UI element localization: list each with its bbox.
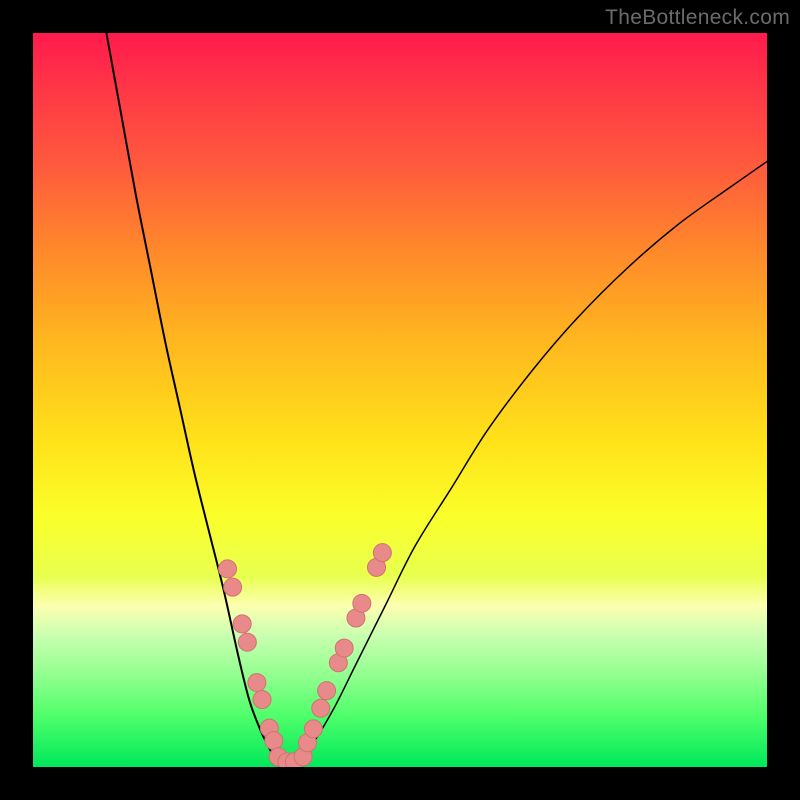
data-dot	[233, 615, 251, 633]
data-dot	[253, 690, 271, 708]
data-dot	[238, 633, 256, 651]
right-curve	[297, 161, 767, 762]
plot-area	[33, 33, 767, 767]
data-dot	[265, 732, 283, 750]
data-dot	[373, 544, 391, 562]
data-dot	[318, 682, 336, 700]
watermark-text: TheBottleneck.com	[605, 6, 790, 30]
left-curve	[106, 33, 278, 763]
data-dot	[353, 594, 371, 612]
chart-svg	[33, 33, 767, 767]
outer-frame: TheBottleneck.com	[0, 0, 800, 800]
data-dot	[248, 674, 266, 692]
dots-group	[219, 544, 392, 767]
data-dot	[224, 578, 242, 596]
data-dot	[219, 560, 237, 578]
data-dot	[335, 639, 353, 657]
data-dot	[304, 720, 322, 738]
data-dot	[312, 699, 330, 717]
